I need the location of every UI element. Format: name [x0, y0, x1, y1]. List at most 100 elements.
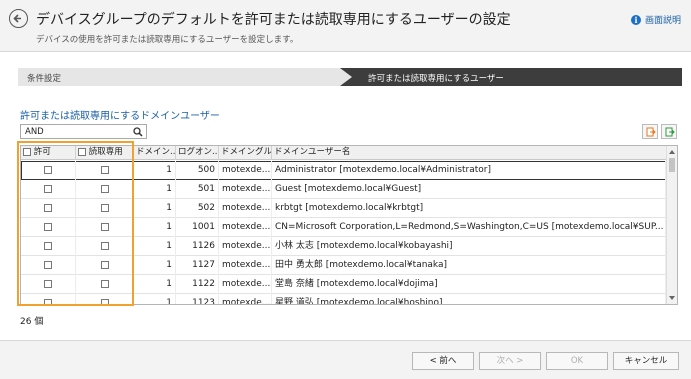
domain-cell: 1	[134, 161, 176, 180]
step-conditions: 条件設定	[27, 74, 62, 84]
readonly-checkbox[interactable]: ☐	[76, 199, 134, 218]
search-icon[interactable]	[133, 127, 143, 137]
username-cell: krbtgt [motexdemo.local¥krbtgt]	[272, 199, 666, 218]
table-row[interactable]: ☐ ☐ 1501motexde...Guest [motexdemo.local¥G…	[21, 180, 666, 199]
readonly-checkbox[interactable]: ☐	[100, 203, 109, 212]
table-row[interactable]: ☐ ☐ 1502motexde...krbtgt [motexdemo.local¥…	[21, 199, 666, 218]
header-allow[interactable]: 許可	[21, 146, 76, 160]
section-title: 許可または読取専用にするドメインユーザー	[20, 111, 220, 122]
readonly-checkbox[interactable]: ☐	[100, 165, 109, 174]
table-row[interactable]: ☐ ☐ 11001motexde...CN=Microsoft Corporatio…	[21, 218, 666, 237]
domain-cell: 1	[134, 180, 176, 199]
username-cell: 堂島 奈緒 [motexdemo.local¥dojima]	[272, 275, 666, 294]
header-readonly[interactable]: 読取専用	[76, 146, 134, 160]
readonly-checkbox[interactable]: ☐	[76, 237, 134, 256]
domain-cell: 1	[134, 294, 176, 304]
readonly-checkbox[interactable]: ☐	[100, 241, 109, 250]
help-link[interactable]: i 画面説明	[630, 13, 681, 26]
allow-checkbox[interactable]: ☐	[44, 165, 52, 174]
cancel-button[interactable]: キャンセル	[613, 352, 679, 370]
allow-checkbox[interactable]: ☐	[44, 260, 52, 269]
readonly-checkbox[interactable]: ☐	[100, 279, 109, 288]
back-arrow-icon[interactable]	[9, 9, 28, 28]
scroll-thumb[interactable]	[669, 158, 675, 172]
readonly-checkbox[interactable]: ☐	[76, 275, 134, 294]
export-button[interactable]	[661, 124, 677, 139]
readonly-checkbox[interactable]: ☐	[100, 298, 109, 304]
logon-cell: 1001	[176, 218, 219, 237]
header-group[interactable]: ドメイングル...	[219, 146, 272, 160]
username-cell: 田中 勇太郎 [motexdemo.local¥tanaka]	[272, 256, 666, 275]
select-all-readonly-checkbox[interactable]	[78, 147, 86, 156]
allow-checkbox[interactable]: ☐	[44, 184, 52, 193]
allow-checkbox[interactable]: ☐	[44, 279, 52, 288]
username-cell: Guest [motexdemo.local¥Guest]	[272, 180, 666, 199]
allow-checkbox[interactable]: ☐	[44, 241, 52, 250]
vertical-scrollbar[interactable]	[666, 146, 677, 304]
allow-checkbox[interactable]: ☐	[21, 256, 76, 275]
header-bar: デバイスグループのデフォルトを許可または読取専用にするユーザーの設定 デバイスの…	[0, 0, 691, 52]
allow-checkbox[interactable]: ☐	[21, 199, 76, 218]
wizard-steps: 条件設定 許可または読取専用にするユーザー	[18, 68, 682, 86]
allow-checkbox[interactable]: ☐	[21, 180, 76, 199]
header-username[interactable]: ドメインユーザー名	[272, 146, 666, 160]
record-count: 26 個	[20, 317, 44, 327]
prev-button[interactable]: < 前へ	[412, 352, 474, 370]
username-cell: 小林 太志 [motexdemo.local¥kobayashi]	[272, 237, 666, 256]
header-domain[interactable]: ドメイン...	[134, 146, 176, 160]
domain-cell: 1	[134, 237, 176, 256]
readonly-checkbox[interactable]: ☐	[76, 161, 134, 180]
group-cell: motexde...	[219, 256, 272, 275]
readonly-checkbox[interactable]: ☐	[100, 222, 109, 231]
domain-cell: 1	[134, 275, 176, 294]
export-icon	[665, 127, 675, 137]
table-row[interactable]: ☐ ☐ 11127motexde...田中 勇太郎 [motexdemo.local…	[21, 256, 666, 275]
allow-checkbox[interactable]: ☐	[21, 237, 76, 256]
readonly-checkbox[interactable]: ☐	[76, 218, 134, 237]
allow-checkbox[interactable]: ☐	[21, 218, 76, 237]
domain-cell: 1	[134, 256, 176, 275]
scroll-down-icon[interactable]	[669, 296, 675, 300]
allow-checkbox[interactable]: ☐	[44, 222, 52, 231]
ok-button[interactable]: OK	[546, 352, 608, 370]
page-title: デバイスグループのデフォルトを許可または読取専用にするユーザーの設定	[36, 12, 511, 28]
table-header: 許可 読取専用 ドメイン... ログオン... ドメイングル... ドメインユー…	[21, 146, 666, 160]
readonly-checkbox[interactable]: ☐	[76, 294, 134, 304]
allow-checkbox[interactable]: ☐	[44, 298, 52, 304]
allow-checkbox[interactable]: ☐	[21, 294, 76, 304]
group-cell: motexde...	[219, 199, 272, 218]
allow-checkbox[interactable]: ☐	[21, 275, 76, 294]
logon-cell: 1123	[176, 294, 219, 304]
scroll-up-icon[interactable]	[669, 150, 675, 154]
readonly-checkbox[interactable]: ☐	[76, 180, 134, 199]
header-logon[interactable]: ログオン...	[176, 146, 219, 160]
allow-checkbox[interactable]: ☐	[21, 161, 76, 180]
user-table: 許可 読取専用 ドメイン... ログオン... ドメイングル... ドメインユー…	[20, 145, 678, 305]
readonly-checkbox[interactable]: ☐	[100, 184, 109, 193]
logon-cell: 502	[176, 199, 219, 218]
username-cell: 星野 道弘 [motexdemo.local¥hoshino]	[272, 294, 666, 304]
table-row[interactable]: ☐ ☐ 1500motexde...Administrator [motexdemo…	[21, 161, 666, 180]
select-all-allow-checkbox[interactable]	[23, 147, 31, 156]
group-cell: motexde...	[219, 161, 272, 180]
step-arrow	[340, 68, 352, 86]
help-label: 画面説明	[644, 16, 681, 26]
table-row[interactable]: ☐ ☐ 11123motexde...星野 道弘 [motexdemo.local¥…	[21, 294, 666, 304]
domain-cell: 1	[134, 199, 176, 218]
allow-checkbox[interactable]: ☐	[44, 203, 52, 212]
readonly-checkbox[interactable]: ☐	[76, 256, 134, 275]
search-input[interactable]: AND	[20, 124, 147, 139]
username-cell: CN=Microsoft Corporation,L=Redmond,S=Was…	[272, 218, 666, 237]
logon-cell: 1126	[176, 237, 219, 256]
logon-cell: 1122	[176, 275, 219, 294]
next-button[interactable]: 次へ >	[479, 352, 541, 370]
logon-cell: 500	[176, 161, 219, 180]
readonly-checkbox[interactable]: ☐	[100, 260, 109, 269]
group-cell: motexde...	[219, 218, 272, 237]
table-row[interactable]: ☐ ☐ 11122motexde...堂島 奈緒 [motexdemo.local¥…	[21, 275, 666, 294]
group-cell: motexde...	[219, 237, 272, 256]
table-row[interactable]: ☐ ☐ 11126motexde...小林 太志 [motexdemo.local¥…	[21, 237, 666, 256]
import-button[interactable]	[642, 124, 658, 139]
search-value: AND	[25, 127, 44, 137]
group-cell: motexde...	[219, 275, 272, 294]
